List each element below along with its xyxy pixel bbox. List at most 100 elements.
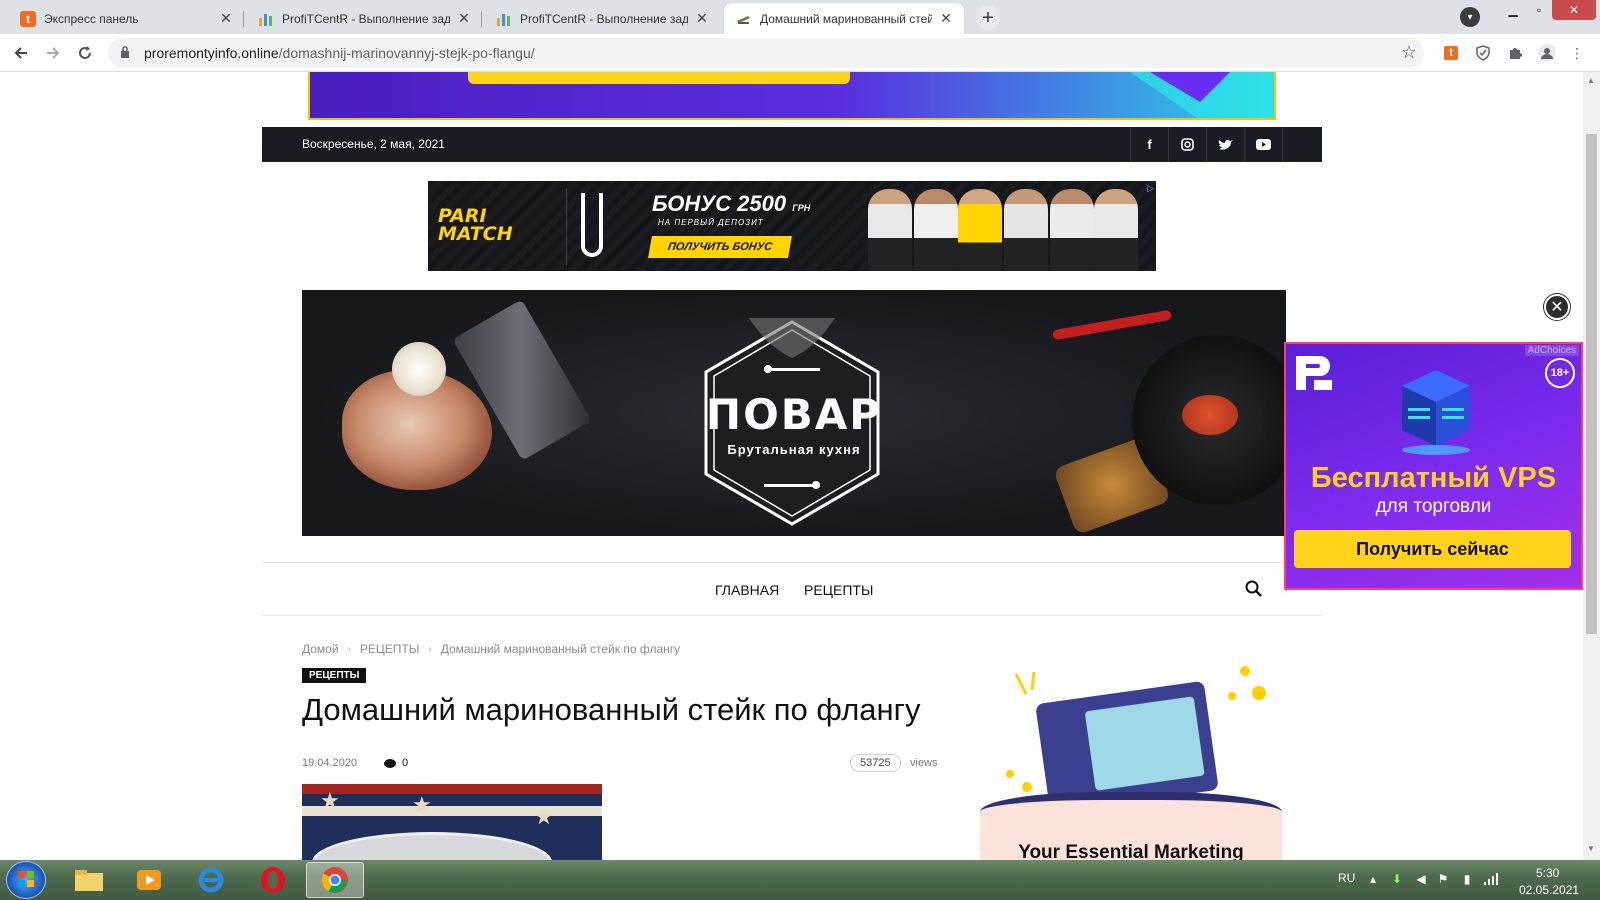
chevron-right-icon: ›	[347, 643, 351, 655]
clock-date[interactable]: 02.05.2021	[1519, 883, 1579, 897]
taskbar-media-player[interactable]	[120, 862, 178, 898]
new-tab-button[interactable]: +	[976, 6, 1000, 30]
breadcrumb: Домой › РЕЦЕПТЫ › Домашний маринованный …	[302, 642, 680, 656]
vps-cta-button[interactable]: Получить сейчас	[1294, 530, 1571, 568]
network-signal-icon[interactable]	[1484, 872, 1498, 886]
clock-time[interactable]: 5:30	[1536, 866, 1559, 880]
tab-express-panel[interactable]: t Экспресс панель ✕	[8, 3, 244, 34]
taskbar-internet-explorer[interactable]	[182, 862, 240, 898]
marketing-ad-title: Your Essential Marketing	[1018, 842, 1244, 860]
site-top-bar: Воскресенье, 2 мая, 2021 f	[262, 127, 1322, 162]
scroll-down-arrow-icon[interactable]: ▼	[1587, 844, 1595, 853]
nav-home[interactable]: ГЛАВНАЯ	[715, 582, 779, 598]
tab-title: ProfiTCentR - Выполнение задач	[282, 11, 450, 26]
show-hidden-icons-icon[interactable]: ▴	[1366, 872, 1380, 886]
volume-icon[interactable]: ◀	[1414, 872, 1428, 886]
twitter-icon[interactable]	[1206, 127, 1244, 162]
chrome-icon	[321, 867, 348, 893]
t-extension-icon[interactable]: t	[1442, 44, 1460, 62]
top-banner-button[interactable]	[468, 72, 850, 84]
breadcrumb-home[interactable]: Домой	[302, 642, 339, 656]
opera-icon	[261, 867, 285, 893]
parimatch-ad-banner[interactable]: PARI MATCH БОНУС 2500 ГРН НА ПЕРВЫЙ ДЕПО…	[428, 181, 1156, 271]
page-scrollbar[interactable]: ▲ ▼	[1583, 72, 1600, 860]
site-logo-title: ПОВАР	[705, 390, 883, 439]
taskbar-chrome[interactable]	[306, 862, 364, 898]
comment-count: 0	[402, 757, 409, 769]
player-figure	[1094, 189, 1138, 271]
marketing-sidebar-ad[interactable]: Your Essential Marketing	[980, 662, 1282, 860]
profile-avatar-icon[interactable]	[1538, 44, 1556, 62]
minimize-button[interactable]: ▁	[1500, 0, 1526, 20]
search-icon[interactable]	[1244, 579, 1264, 599]
tab-title: ProfiTCentR - Выполнение задач	[520, 11, 688, 26]
ie-icon	[198, 867, 224, 893]
taskbar-explorer[interactable]	[60, 862, 118, 898]
vps-ad-title: Бесплатный VPS	[1310, 462, 1557, 494]
cooking-favicon-icon	[736, 11, 752, 27]
site-logo-hero[interactable]: ПОВАР Брутальная кухня	[302, 290, 1286, 536]
url-path: /domashnij-marinovannyj-stejk-po-flangu/	[278, 45, 535, 61]
parimatch-logo: PARI MATCH	[438, 207, 513, 245]
reload-icon[interactable]	[74, 42, 96, 64]
parimatch-bonus-text: БОНУС 2500 ГРН	[652, 191, 810, 217]
tab-close-icon[interactable]: ✕	[938, 10, 954, 27]
comments-link[interactable]: 0	[384, 757, 408, 769]
parimatch-cta-button[interactable]: ПОЛУЧИТЬ БОНУС	[648, 236, 792, 258]
shield-icon[interactable]	[1474, 44, 1492, 62]
top-promo-banner[interactable]	[308, 72, 1276, 120]
nav-recipes[interactable]: РЕЦЕПТЫ	[804, 582, 873, 598]
breadcrumb-current[interactable]: Домашний маринованный стейк по флангу	[441, 642, 680, 656]
adchoices-label[interactable]: AdChoices	[1524, 345, 1579, 356]
puzzle-extensions-icon[interactable]	[1506, 44, 1524, 62]
player-figure	[1050, 189, 1094, 271]
tab-profitcentr-1[interactable]: ProfiTCentR - Выполнение задач ✕	[246, 3, 482, 34]
main-navigation: ГЛАВНАЯ РЕЦЕПТЫ	[262, 562, 1322, 616]
battery-icon[interactable]: ▮	[1460, 872, 1474, 886]
vps-ad-banner[interactable]: AdChoices 18+ Бесплатный VPS для торговл…	[1284, 342, 1583, 590]
tab-steak-recipe[interactable]: Домашний маринованный стейк ✕	[724, 3, 964, 34]
kebab-menu-icon[interactable]: ⋮	[1568, 44, 1586, 62]
forward-arrow-icon[interactable]	[42, 42, 64, 64]
tab-search-icon[interactable]: ▾	[1460, 7, 1480, 27]
breadcrumb-category[interactable]: РЕЦЕПТЫ	[360, 642, 419, 656]
vps-ad-subtitle: для торговли	[1375, 496, 1492, 517]
star-icon: ★	[320, 788, 340, 813]
tab-close-icon[interactable]: ✕	[456, 10, 472, 27]
decor-dot	[1228, 692, 1236, 700]
folder-icon	[75, 870, 103, 891]
address-bar[interactable]: proremontyinfo.online/domashnij-marinova…	[108, 38, 1424, 68]
start-button[interactable]	[6, 861, 46, 899]
instagram-icon[interactable]	[1168, 127, 1206, 162]
flag-stripe	[302, 806, 602, 816]
scrollbar-thumb[interactable]	[1586, 134, 1597, 634]
maximize-button[interactable]: ▫	[1526, 0, 1552, 20]
category-badge[interactable]: РЕЦЕПТЫ	[302, 668, 367, 683]
site-logo-subtitle: Брутальная кухня	[727, 442, 861, 457]
decor-dot	[1006, 770, 1014, 778]
adchoices-icon[interactable]: ▷	[1147, 183, 1154, 194]
tab-profitcentr-2[interactable]: ProfiTCentR - Выполнение задач ✕	[484, 3, 720, 34]
window-close-button[interactable]: ✕	[1552, 0, 1596, 20]
bowl-image	[312, 832, 552, 860]
banner-graphic-icon	[1130, 72, 1274, 118]
facebook-icon[interactable]: f	[1130, 127, 1168, 162]
topbar-empty-slot	[1282, 127, 1320, 162]
scroll-up-arrow-icon[interactable]: ▲	[1587, 76, 1595, 85]
bookmark-star-icon[interactable]: ☆	[1398, 42, 1420, 64]
tab-close-icon[interactable]: ✕	[694, 10, 710, 27]
download-arrow-icon[interactable]: ⬇	[1390, 872, 1404, 886]
youtube-icon[interactable]	[1244, 127, 1282, 162]
t-favicon-icon: t	[20, 10, 36, 27]
language-indicator[interactable]: RU	[1338, 871, 1355, 885]
taskbar-opera[interactable]	[244, 862, 302, 898]
action-center-flag-icon[interactable]: ⚑	[1436, 872, 1450, 886]
back-arrow-icon[interactable]	[10, 42, 32, 64]
parimatch-logo-line2: MATCH	[438, 223, 513, 245]
garlic-image	[392, 342, 446, 396]
lock-icon	[120, 45, 134, 61]
chili-pepper-image	[1052, 309, 1172, 341]
parimatch-bonus-subtitle: НА ПЕРВЫЙ ДЕПОЗИТ	[658, 218, 764, 227]
ad-close-icon[interactable]: ✕	[1544, 294, 1570, 320]
tab-close-icon[interactable]: ✕	[218, 10, 234, 27]
